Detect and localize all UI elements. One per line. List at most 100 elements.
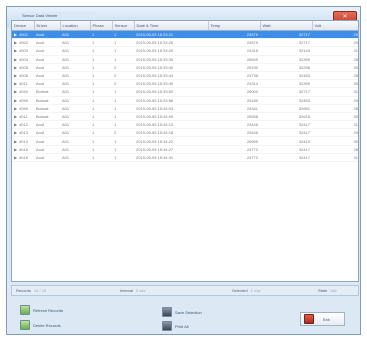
table-row[interactable]: ▶ 4016 Aout A01 1 1 2019-05-09 15:34:31 24772 32… — [12, 153, 358, 163]
column-header[interactable]: Volt — [312, 21, 358, 31]
table-cell-temp: 26000 — [208, 87, 260, 97]
table-cell-temp: 24316 — [208, 46, 260, 56]
table-cell-watt: 32651 — [260, 104, 312, 113]
table-body: ▶ 4001 Aout A01 1 1 2019-05-09 15:33:21 24579 32… — [12, 30, 358, 163]
table-cell-phase: 1 — [90, 46, 112, 56]
table-row[interactable]: ▶ 4004 Aout A01 1 1 2019-05-09 15:33:35 26649 32… — [12, 55, 358, 64]
table-cell-date: 2019-05-09 15:34:18 — [134, 128, 208, 138]
row-marker-icon: ▶ — [14, 40, 18, 46]
column-header[interactable]: Watt — [260, 21, 313, 31]
table-cell-watt: 32618 — [260, 112, 312, 122]
status-state: State Idle — [318, 288, 337, 294]
interval-label: Interval — [120, 288, 134, 293]
table-cell-device: ▶ 4015 — [12, 145, 34, 154]
table-row[interactable]: ▶ 4011 Bulmat A01 1 1 2019-05-09 15:34:09 26558… — [12, 112, 358, 122]
table-cell-device: ▶ 4014 — [12, 136, 34, 146]
column-header[interactable]: Sensor — [112, 21, 135, 31]
column-header[interactable]: Date & Time — [134, 21, 209, 31]
table-row[interactable]: ▶ 4011 Aout A01 1 2 2019-05-09 15:33:49 24314 32… — [12, 79, 358, 89]
table-cell-sensor: 1 — [112, 120, 134, 130]
data-grid[interactable]: Device Driver Location Phase Sensor Date & Ti… — [11, 20, 359, 282]
selected-value: 1 row — [250, 288, 261, 293]
column-header[interactable]: Phase — [90, 21, 113, 31]
table-cell-device: ▶ 4016 — [12, 153, 34, 163]
window-title: Sensor Data Viewer — [20, 12, 96, 20]
table-cell-temp: 26558 — [208, 112, 260, 122]
table-row[interactable]: ▶ 4015 Aout A01 1 1 2019-05-09 15:34:27 24772 32… — [12, 145, 358, 154]
records-value: 16 / 16 — [33, 288, 47, 293]
device-id: 4050 — [19, 97, 28, 103]
table-cell-volt: 31 — [312, 87, 358, 97]
table-cell-device: ▶ 4040 — [12, 87, 34, 97]
table-cell-watt: 32399 — [260, 79, 312, 89]
table-cell-volt: 31 — [312, 153, 358, 163]
table-cell-temp: 24314 — [208, 79, 260, 89]
table-cell-driver: Aout — [34, 153, 60, 163]
table-row[interactable]: ▶ 4001 Aout A01 1 1 2019-05-09 15:33:21 24579 32… — [12, 30, 358, 40]
table-row[interactable]: ▶ 4040 Bulmat A01 1 1 2019-05-09 15:33:52 26000… — [12, 87, 358, 97]
table-cell-volt: 29 — [312, 30, 358, 40]
refresh-records-button[interactable]: Refresh Records — [20, 304, 63, 316]
save-selection-button[interactable]: Save Selection — [162, 306, 202, 318]
table-cell-watt: 32410 — [260, 136, 312, 146]
table-cell-volt: 29 — [312, 128, 358, 138]
table-cell-sensor: 1 — [112, 55, 134, 64]
table-cell-phase: 1 — [90, 87, 112, 97]
table-row[interactable]: ▶ 4012 Aout A01 1 1 2019-05-09 15:34:13 24446 32… — [12, 120, 358, 130]
table-cell-phase: 1 — [90, 112, 112, 122]
table-row[interactable]: ▶ 4050 Bulmat A01 1 1 2019-05-09 15:33:58 25180… — [12, 96, 358, 105]
table-cell-location: A01 — [60, 112, 90, 122]
table-cell-device: ▶ 4001 — [12, 30, 34, 40]
table-cell-sensor: 2 — [112, 128, 134, 138]
column-header[interactable]: Temp — [208, 21, 261, 31]
table-cell-phase: 1 — [90, 30, 112, 40]
table-cell-location: A01 — [60, 87, 90, 97]
row-marker-icon: ▶ — [14, 105, 18, 111]
table-cell-location: A01 — [60, 128, 90, 138]
table-row[interactable]: ▶ 4060 Bulmat A01 1 1 2019-05-09 15:34:03 24341… — [12, 104, 358, 113]
table-cell-phase: 1 — [90, 71, 112, 81]
table-cell-phase: 1 — [90, 136, 112, 146]
print-all-button[interactable]: Print All — [162, 320, 189, 332]
table-cell-watt: 32399 — [260, 55, 312, 64]
column-header[interactable]: Location — [60, 21, 91, 31]
table-cell-date: 2019-05-09 15:34:13 — [134, 120, 208, 130]
exit-button[interactable]: Exit — [300, 312, 345, 326]
table-cell-volt: 28 — [312, 55, 358, 64]
table-cell-watt: 32143 — [260, 46, 312, 56]
table-cell-location: A01 — [60, 96, 90, 105]
table-cell-date: 2019-05-09 15:34:27 — [134, 145, 208, 154]
table-cell-location: A01 — [60, 153, 90, 163]
table-row[interactable]: ▶ 4002 Aout A01 1 1 2019-05-09 15:33:26 24579 32… — [12, 38, 358, 48]
table-cell-temp: 24736 — [208, 71, 260, 81]
delete-records-button[interactable]: Delete Records — [20, 319, 61, 331]
table-cell-watt: 32717 — [260, 30, 312, 40]
column-header[interactable]: Device — [12, 21, 35, 31]
table-cell-temp: 26995 — [208, 136, 260, 146]
table-cell-date: 2019-05-09 15:33:40 — [134, 63, 208, 72]
table-cell-watt: 32717 — [260, 38, 312, 48]
table-row[interactable]: ▶ 4006 Aout A01 1 2 2019-05-09 15:33:44 24736 32… — [12, 71, 358, 81]
table-cell-device: ▶ 4004 — [12, 55, 34, 64]
table-cell-sensor: 1 — [112, 87, 134, 97]
table-cell-driver: Aout — [34, 128, 60, 138]
table-cell-phase: 1 — [90, 79, 112, 89]
table-cell-temp: 24772 — [208, 153, 260, 163]
column-header[interactable]: Driver — [34, 21, 61, 31]
table-cell-location: A01 — [60, 30, 90, 40]
table-row[interactable]: ▶ 4003 Aout A01 1 1 2019-05-09 15:33:29 24316 32… — [12, 46, 358, 56]
table-cell-temp: 24579 — [208, 30, 260, 40]
table-cell-date: 2019-05-09 15:33:49 — [134, 79, 208, 89]
device-id: 4016 — [19, 154, 28, 160]
table-cell-driver: Aout — [34, 145, 60, 154]
refresh-label: Refresh Records — [33, 307, 64, 313]
table-cell-phase: 1 — [90, 96, 112, 105]
row-marker-icon: ▶ — [14, 146, 18, 152]
table-cell-date: 2019-05-09 15:34:22 — [134, 136, 208, 146]
table-row[interactable]: ▶ 4013 Aout A01 1 2 2019-05-09 15:34:18 25446 32… — [12, 128, 358, 138]
table-cell-sensor: 1 — [112, 104, 134, 113]
table-row[interactable]: ▶ 4005 Aout A01 1 2 2019-05-09 15:33:40 25190 32… — [12, 63, 358, 72]
table-row[interactable]: ▶ 4014 Aout A01 1 1 2019-05-09 15:34:22 26995 32… — [12, 136, 358, 146]
device-id: 4011 — [19, 81, 28, 87]
table-cell-sensor: 2 — [112, 79, 134, 89]
